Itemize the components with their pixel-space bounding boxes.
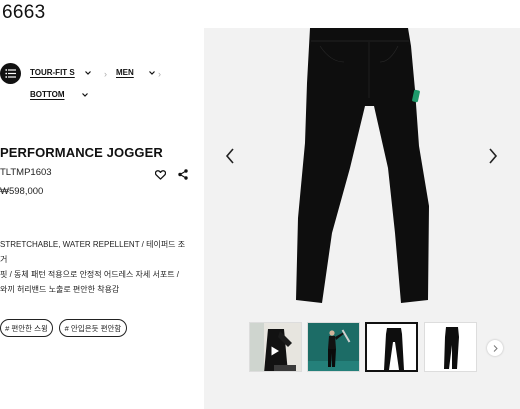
chevron-right-icon: › <box>104 69 107 79</box>
breadcrumb-label: MEN <box>116 68 134 77</box>
list-icon <box>5 69 16 78</box>
product-title: PERFORMANCE JOGGER <box>0 145 163 160</box>
category-menu-button[interactable] <box>0 63 21 84</box>
gallery-thumbnail-side[interactable] <box>424 322 477 372</box>
gallery-thumbnail-video[interactable] <box>249 322 302 372</box>
gallery-prev-button[interactable] <box>225 148 235 169</box>
gallery-next-button[interactable] <box>488 148 498 169</box>
wishlist-button[interactable] <box>154 167 167 185</box>
hashtag-chip[interactable]: # 안입은듯 편안함 <box>59 319 127 337</box>
thumbnail-image <box>425 323 476 371</box>
page-code: 6663 <box>2 2 46 23</box>
thumbnail-image <box>308 323 359 371</box>
product-description: STRETCHABLE, WATER REPELLENT / 테이퍼드 조거 핏… <box>0 237 192 297</box>
share-icon <box>178 169 188 180</box>
thumbnail-image <box>367 324 416 370</box>
breadcrumb-label: BOTTOM <box>30 90 65 99</box>
chevron-left-icon <box>225 148 234 164</box>
product-sku: TLTMP1603 <box>0 167 52 178</box>
thumbnail-next-button[interactable] <box>487 340 503 356</box>
hashtag-chip[interactable]: # 편안한 스윙 <box>0 319 53 337</box>
share-button[interactable] <box>178 167 188 185</box>
product-price: ₩598,000 <box>0 186 44 197</box>
heart-icon <box>154 170 167 180</box>
chevron-down-icon <box>84 70 91 75</box>
breadcrumb-item-tour-fit[interactable]: TOUR-FIT S <box>30 68 91 77</box>
description-line: STRETCHABLE, WATER REPELLENT / 테이퍼드 조거 <box>0 240 186 264</box>
chevron-right-icon <box>493 344 498 352</box>
breadcrumb-item-bottom[interactable]: BOTTOM <box>30 90 88 99</box>
chevron-down-icon <box>148 70 155 75</box>
play-icon <box>270 343 280 361</box>
chevron-right-icon: › <box>158 69 161 79</box>
description-line: 핏 / 동체 패턴 적용으로 안정적 어드레스 자세 서포트 / <box>0 270 180 279</box>
chevron-right-icon <box>489 148 498 164</box>
gallery-thumbnail-model[interactable] <box>307 322 360 372</box>
description-line: 와끼 허리밴드 노출로 편안한 착용감 <box>0 285 120 294</box>
chevron-down-icon <box>81 92 88 97</box>
breadcrumb-item-men[interactable]: MEN <box>116 68 155 77</box>
gallery-thumbnail-front[interactable] <box>365 322 418 372</box>
breadcrumb-label: TOUR-FIT S <box>30 68 75 77</box>
product-main-image <box>296 28 429 303</box>
